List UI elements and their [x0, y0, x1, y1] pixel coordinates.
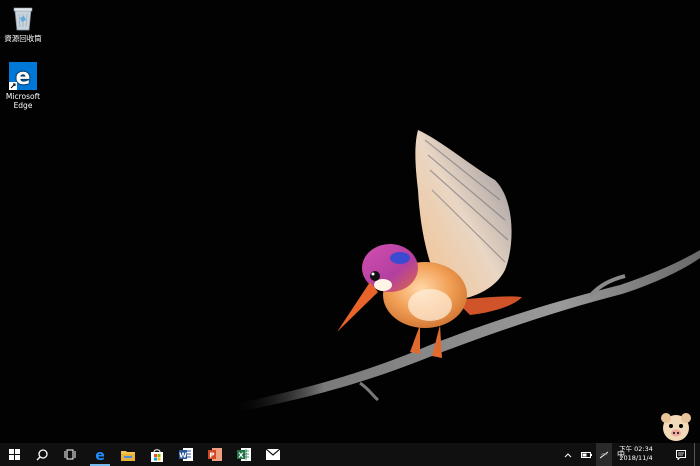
taskbar-app-edge[interactable]: e — [86, 443, 114, 466]
task-view-icon — [64, 449, 76, 460]
desktop-icon-label-line1: Microsoft — [5, 92, 41, 101]
network-icon — [599, 451, 609, 458]
powerpoint-icon: P — [208, 448, 222, 461]
taskbar-app-excel[interactable]: X — [230, 443, 258, 466]
search-icon — [36, 448, 48, 460]
watermark-logo-icon — [661, 413, 691, 441]
windows-start-icon — [8, 449, 20, 460]
taskbar-app-file-explorer[interactable] — [114, 443, 142, 466]
store-icon — [151, 448, 163, 462]
desktop: 資源回收筒 e Microsoft Edge — [0, 0, 700, 443]
taskbar-app-powerpoint[interactable]: P — [201, 443, 229, 466]
excel-icon: X — [237, 448, 251, 461]
wallpaper-kingfisher — [230, 130, 700, 413]
start-button[interactable] — [0, 443, 28, 466]
edge-icon: e — [95, 448, 105, 462]
svg-text:W: W — [179, 452, 187, 460]
desktop-icon-label-line2: Edge — [13, 101, 33, 110]
mail-icon — [266, 449, 280, 460]
tray-show-hidden-button[interactable] — [560, 443, 576, 466]
svg-text:X: X — [238, 452, 244, 460]
battery-icon — [580, 451, 592, 458]
chevron-up-icon — [564, 452, 572, 457]
task-view-button[interactable] — [56, 443, 84, 466]
taskbar-app-store[interactable] — [143, 443, 171, 466]
desktop-icon-edge[interactable]: e Microsoft Edge — [0, 62, 46, 110]
taskbar: e W P X 中 下午 02:34 2018/11/4 — [0, 443, 700, 466]
taskbar-app-mail[interactable] — [259, 443, 287, 466]
svg-text:e: e — [95, 448, 105, 462]
folder-icon — [121, 450, 135, 461]
desktop-icon-label: 資源回收筒 — [4, 34, 42, 43]
desktop-icon-recycle-bin[interactable]: 資源回收筒 — [0, 4, 46, 43]
action-center-button[interactable] — [672, 443, 690, 466]
recycle-bin-icon — [13, 7, 33, 31]
notification-icon — [676, 449, 686, 460]
tray-battery-button[interactable] — [578, 443, 594, 466]
taskbar-app-word[interactable]: W — [172, 443, 200, 466]
svg-text:e: e — [16, 65, 31, 90]
svg-text:P: P — [209, 452, 214, 460]
clock-date: 2018/11/4 — [619, 454, 653, 462]
tray-clock[interactable]: 下午 02:34 2018/11/4 — [614, 445, 658, 463]
clock-time: 下午 02:34 — [619, 445, 653, 453]
word-icon: W — [179, 448, 193, 461]
tray-network-button[interactable] — [596, 443, 612, 466]
show-desktop-button[interactable] — [694, 443, 700, 466]
search-button[interactable] — [28, 443, 56, 466]
edge-icon: e — [9, 62, 37, 90]
